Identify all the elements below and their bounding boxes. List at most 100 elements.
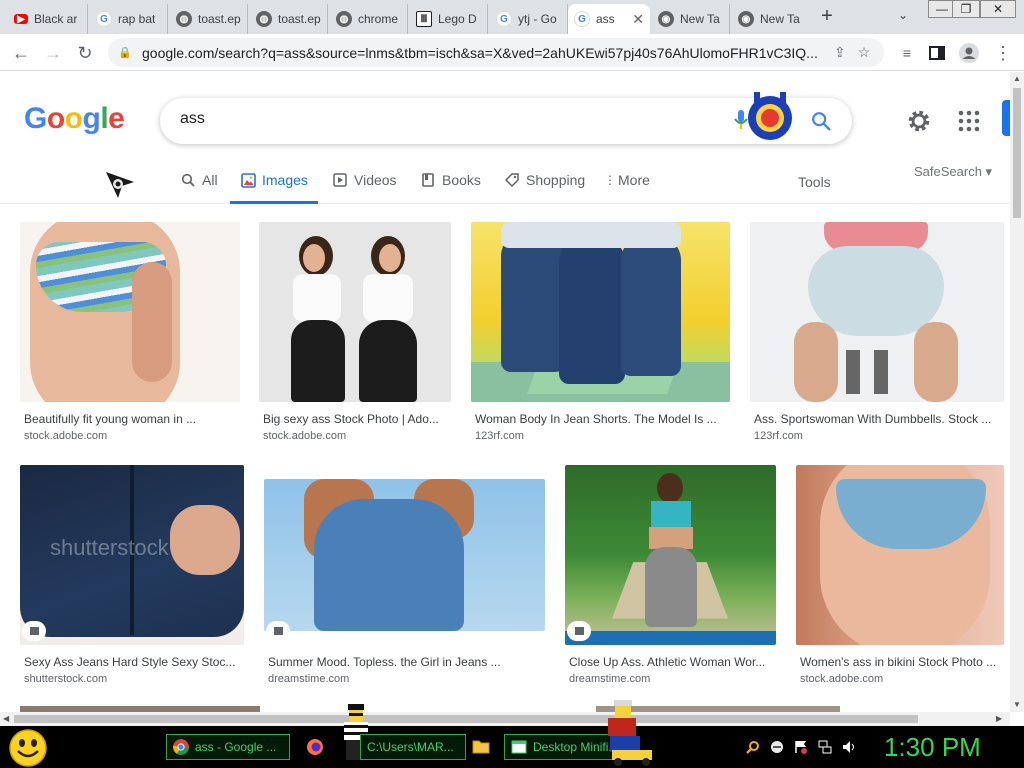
tab-label: New Ta	[680, 12, 720, 26]
tab-4[interactable]: ◍ chrome	[330, 4, 408, 34]
result-title[interactable]: Sexy Ass Jeans Hard Style Sexy Stoc...	[24, 655, 240, 669]
result-title[interactable]: Ass. Sportswoman With Dumbbells. Stock .…	[754, 412, 1000, 426]
result-thumbnail[interactable]: shutterstock	[20, 465, 244, 645]
result-thumbnail[interactable]	[259, 222, 451, 402]
taskbar-explorer-button[interactable]: C:\Users\MAR...	[360, 734, 466, 760]
profile-avatar-icon[interactable]	[956, 40, 982, 66]
chrome-menu-icon[interactable]: ⋮	[990, 40, 1016, 66]
horizontal-scrollbar[interactable]: ◀ ▶	[0, 712, 1010, 726]
result-thumbnail[interactable]	[750, 222, 1004, 402]
tab-0[interactable]: ▶ Black ar	[8, 4, 88, 34]
result-thumbnail[interactable]	[20, 222, 240, 402]
scrollbar-thumb[interactable]	[14, 715, 918, 723]
search-box[interactable]: ass	[160, 92, 852, 144]
media-control-icon[interactable]: ≡	[894, 40, 920, 66]
firefox-icon[interactable]	[306, 738, 324, 756]
chrome-icon: ◉	[658, 11, 674, 27]
image-badge-icon	[266, 621, 290, 641]
result-thumbnail[interactable]	[471, 222, 730, 402]
tab-images[interactable]: Images	[230, 172, 318, 204]
image-result[interactable]: Woman Body In Jean Shorts. The Model Is …	[471, 222, 730, 452]
logo-letter: l	[100, 102, 109, 135]
tab-label: Books	[442, 172, 481, 188]
reload-icon[interactable]: ↻	[72, 40, 98, 66]
folder-icon[interactable]	[472, 738, 490, 754]
gear-icon[interactable]	[906, 108, 932, 134]
scroll-down-icon[interactable]: ▼	[1013, 700, 1021, 709]
tools-button[interactable]: Tools	[798, 174, 831, 190]
tab-5[interactable]: Ⅲ Lego D	[410, 4, 488, 34]
tab-books[interactable]: Books	[420, 172, 481, 204]
tab-shopping[interactable]: Shopping	[504, 172, 585, 204]
result-thumbnail[interactable]	[565, 465, 776, 645]
volume-tray-icon[interactable]	[842, 740, 856, 754]
forward-arrow-icon[interactable]: →	[40, 40, 66, 66]
lock-icon[interactable]: 🔒	[118, 46, 132, 59]
scroll-left-icon[interactable]: ◀	[3, 714, 9, 723]
start-smiley-icon[interactable]	[8, 728, 48, 768]
scroll-right-icon[interactable]: ▶	[996, 714, 1002, 723]
image-result[interactable]: Beautifully fit young woman in ... stock…	[20, 222, 240, 452]
google-logo[interactable]: Google	[24, 102, 125, 136]
taskbar-chrome-button[interactable]: ass - Google ...	[166, 734, 290, 760]
tab-3[interactable]: ◍ toast.ep	[250, 4, 328, 34]
tab-9[interactable]: ◉ New Ta	[732, 4, 810, 34]
result-title[interactable]: Close Up Ass. Athletic Woman Wor...	[569, 655, 772, 669]
tab-more[interactable]: ⋮ More	[604, 172, 650, 204]
result-title[interactable]: Big sexy ass Stock Photo | Ado...	[263, 412, 447, 426]
tab-active[interactable]: G ass ✕	[568, 4, 650, 34]
side-panel-icon[interactable]	[924, 40, 950, 66]
search-icon[interactable]	[810, 110, 832, 132]
result-title[interactable]: Women's ass in bikini Stock Photo ...	[800, 655, 1000, 669]
tab-all[interactable]: All	[180, 172, 218, 204]
tab-search-chevron-icon[interactable]: ⌄	[898, 8, 908, 22]
taskbar-label: ass - Google ...	[195, 740, 277, 754]
taskbar-clock[interactable]: 1:30 PM	[884, 732, 981, 763]
flag-tray-icon[interactable]	[794, 740, 808, 754]
tab-1[interactable]: G rap bat	[90, 4, 168, 34]
book-icon	[420, 172, 436, 188]
bookmark-star-icon[interactable]: ☆	[858, 44, 871, 61]
scrollbar-thumb[interactable]	[1013, 88, 1021, 218]
result-source: stock.adobe.com	[24, 430, 108, 442]
safesearch-dropdown[interactable]: SafeSearch ▾	[914, 164, 992, 180]
image-result[interactable]: Ass. Sportswoman With Dumbbells. Stock .…	[750, 222, 1004, 452]
close-tab-icon[interactable]: ✕	[628, 11, 644, 28]
vertical-scrollbar[interactable]: ▲ ▼	[1010, 72, 1024, 712]
share-icon[interactable]: ⇪	[834, 44, 846, 61]
new-tab-button[interactable]: +	[816, 6, 838, 28]
network-tray-icon[interactable]	[818, 740, 832, 754]
close-window-button[interactable]: ✕	[980, 0, 1016, 18]
image-result[interactable]: shutterstock Sexy Ass Jeans Hard Style S…	[20, 465, 244, 695]
back-arrow-icon[interactable]: ←	[8, 40, 34, 66]
sign-in-button[interactable]	[1002, 100, 1010, 136]
result-title[interactable]: Woman Body In Jean Shorts. The Model Is …	[475, 412, 726, 426]
result-thumbnail[interactable]	[796, 465, 1004, 645]
search-tray-icon[interactable]	[746, 740, 760, 754]
tab-videos[interactable]: Videos	[332, 172, 397, 204]
url-text[interactable]: google.com/search?q=ass&source=lnms&tbm=…	[142, 45, 822, 61]
taskbar-desktop-minifigs-button[interactable]: Desktop Minifi...	[504, 734, 614, 760]
tab-6[interactable]: G ytj - Go	[490, 4, 568, 34]
maximize-button[interactable]: ❐	[952, 0, 980, 18]
result-title[interactable]: Summer Mood. Topless. the Girl in Jeans …	[268, 655, 541, 669]
apps-grid-icon[interactable]	[958, 110, 980, 132]
result-thumbnail[interactable]	[264, 479, 545, 631]
logo-letter: o	[64, 102, 83, 135]
image-result[interactable]: Close Up Ass. Athletic Woman Wor... drea…	[565, 465, 776, 695]
image-result[interactable]: Women's ass in bikini Stock Photo ... st…	[796, 465, 1004, 695]
tab-label: Videos	[354, 172, 397, 188]
image-result[interactable]: Big sexy ass Stock Photo | Ado... stock.…	[259, 222, 451, 452]
tab-2[interactable]: ◍ toast.ep	[170, 4, 248, 34]
search-query[interactable]: ass	[180, 110, 205, 128]
image-result[interactable]: Summer Mood. Topless. the Girl in Jeans …	[264, 465, 545, 695]
scroll-up-icon[interactable]: ▲	[1013, 74, 1021, 83]
address-bar[interactable]: 🔒 google.com/search?q=ass&source=lnms&tb…	[108, 38, 884, 67]
tab-label: New Ta	[760, 12, 800, 26]
result-title[interactable]: Beautifully fit young woman in ...	[24, 412, 236, 426]
tab-8[interactable]: ◉ New Ta	[652, 4, 730, 34]
result-source: 123rf.com	[754, 430, 803, 442]
status-tray-icon[interactable]	[770, 740, 784, 754]
screen: ▶ Black ar G rap bat ◍ toast.ep ◍ toast.…	[0, 0, 1024, 768]
chrome-icon: ◉	[738, 11, 754, 27]
